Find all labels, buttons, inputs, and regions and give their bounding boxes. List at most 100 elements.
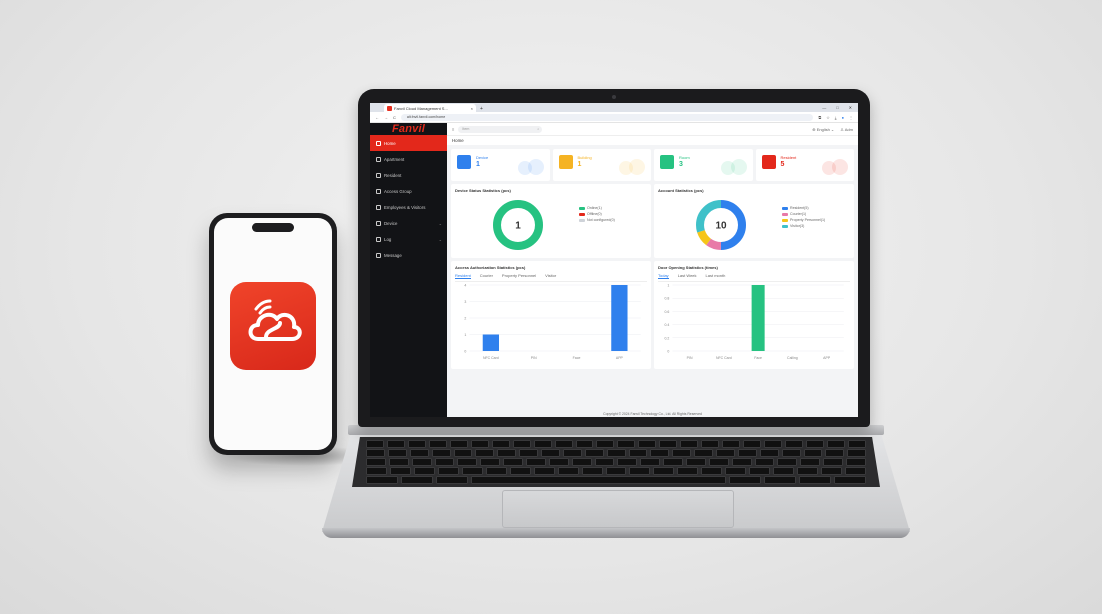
account-stats-donut-total: 10: [715, 221, 727, 232]
door-opening-ytick: 0.2: [664, 336, 669, 340]
door-opening-ytick: 0.4: [664, 323, 669, 327]
tab-last-month[interactable]: Last month: [706, 273, 726, 279]
sidebar-item-employees-visitors[interactable]: Employees & Visitors: [370, 199, 447, 215]
door-opening-xtick: NFC Card: [716, 356, 732, 360]
translate-icon[interactable]: ⧉: [818, 115, 821, 120]
device-status-panel: Device Status Statistics (pcs) 1 Online(…: [451, 184, 651, 258]
building-card[interactable]: Building 1: [552, 149, 651, 181]
legend-item[interactable]: Courier(1): [782, 212, 825, 216]
account-stats-panel: Account Statistics (pcs) 10 Resident(5) C…: [654, 184, 854, 258]
sidebar-item-access-group[interactable]: Access Group: [370, 183, 447, 199]
tab-visitor[interactable]: Visitor: [545, 273, 556, 279]
legend-item[interactable]: Property Personnel(1): [782, 218, 825, 222]
laptop-front-edge: [322, 528, 910, 538]
sidebar-item-resident[interactable]: Resident: [370, 167, 447, 183]
employee-icon: [376, 204, 381, 210]
resident-icon: [761, 155, 776, 169]
breadcrumb-home[interactable]: Home: [452, 138, 464, 143]
card-value: 5: [780, 161, 785, 168]
tab-courier[interactable]: Courier: [480, 273, 493, 279]
device-status-legend: Online(1) Offline(0) Not configured(0): [579, 206, 615, 222]
tab-last-week[interactable]: Last Week: [678, 273, 697, 279]
fanvil-cloud-app-icon[interactable]: [230, 282, 316, 370]
legend-label: Courier(1): [790, 212, 807, 216]
access-auth-ytick: 1: [464, 333, 466, 337]
menu-kebab-icon[interactable]: ⋮: [849, 115, 853, 120]
door-opening-ytick: 0.6: [664, 310, 669, 314]
menu-toggle-icon[interactable]: ≡: [452, 127, 454, 132]
user-menu[interactable]: ♙ Adm: [840, 127, 853, 132]
reload-button[interactable]: C: [393, 115, 396, 120]
room-card[interactable]: Room 3: [654, 149, 753, 181]
access-group-icon: [376, 188, 381, 194]
tab-today[interactable]: Today: [658, 273, 669, 279]
maximize-icon[interactable]: □: [836, 105, 838, 110]
door-opening-xtick: Calling: [787, 356, 798, 360]
tab-property-personnel[interactable]: Property Personnel: [502, 273, 536, 279]
panel-title: Access Authorization Statistics (pcs): [455, 265, 526, 270]
sidebar: Fanvil Home Apartment Resident Access Gr…: [370, 123, 447, 417]
legend-item[interactable]: Online(1): [579, 206, 615, 210]
legend-swatch: [782, 206, 788, 210]
trackpad: [502, 490, 734, 528]
donut-row: Device Status Statistics (pcs) 1 Online(…: [447, 181, 858, 258]
download-icon[interactable]: ⤓: [835, 115, 837, 120]
legend-item[interactable]: Offline(0): [579, 212, 615, 216]
minimize-icon[interactable]: —: [822, 105, 826, 110]
bookmark-star-icon[interactable]: ☆: [826, 115, 830, 120]
access-auth-xtick: NFC Card: [483, 356, 499, 360]
profile-icon[interactable]: ●: [842, 115, 844, 120]
sidebar-item-label: Device: [384, 220, 398, 226]
sidebar-item-apartment[interactable]: Apartment: [370, 151, 447, 167]
close-window-icon[interactable]: ✕: [849, 105, 852, 110]
new-tab-button[interactable]: +: [480, 106, 483, 112]
legend-label: Property Personnel(1): [790, 218, 826, 222]
sidebar-item-label: Log: [384, 236, 392, 242]
door-opening-ytick: 0: [667, 350, 669, 354]
sidebar-item-home[interactable]: Home: [370, 135, 447, 151]
tab-resident[interactable]: Resident: [455, 273, 471, 279]
sidebar-item-device[interactable]: Device ⌄: [370, 215, 447, 231]
sidebar-item-log[interactable]: Log ⌄: [370, 231, 447, 247]
access-auth-bar[interactable]: [611, 285, 628, 351]
building-icon: [558, 155, 573, 169]
sidebar-item-label: Resident: [384, 172, 402, 178]
legend-item[interactable]: Visitor(3): [782, 224, 825, 228]
address-bar: ← → C alt.fnvil.fanvil.com/home ⧉ ☆ ⤓ ● …: [370, 112, 858, 123]
breadcrumb: Home: [447, 135, 858, 145]
language-label: English: [816, 126, 830, 132]
browser-tab-title: Fanvil Cloud Management S...: [394, 105, 448, 111]
tab-close-icon[interactable]: ×: [471, 106, 473, 111]
card-value: 1: [476, 161, 480, 168]
device-stack-icon: [457, 155, 471, 169]
back-button[interactable]: ←: [375, 115, 379, 120]
fanvil-logo: Fanvil: [392, 123, 425, 135]
phone-screen: [214, 218, 332, 450]
access-auth-bar-chart: 0 1 2 3 4 NFC Card PIN Face APP: [455, 281, 647, 363]
browser-tab[interactable]: Fanvil Cloud Management S... ×: [384, 104, 476, 112]
access-auth-ytick: 4: [464, 284, 466, 288]
legend-item[interactable]: Not configured(0): [579, 218, 615, 222]
url-input[interactable]: alt.fnvil.fanvil.com/home: [400, 113, 814, 121]
language-selector[interactable]: ⊕ English ⌄: [812, 127, 834, 132]
search-input[interactable]: Item ⌕: [458, 125, 543, 133]
device-card[interactable]: Device 1: [451, 149, 550, 181]
card-value: 1: [577, 161, 582, 168]
access-auth-bar[interactable]: [482, 334, 500, 352]
decorative-bubble: [517, 161, 532, 175]
user-icon: ♙: [840, 126, 844, 132]
search-placeholder: Item: [462, 127, 470, 131]
forward-button[interactable]: →: [384, 115, 388, 120]
bar-chart-row: Access Authorization Statistics (pcs) Re…: [447, 258, 858, 369]
sidebar-item-message[interactable]: Message: [370, 247, 447, 263]
door-opening-xtick: Face: [754, 356, 762, 360]
access-auth-xtick: PIN: [531, 356, 537, 360]
device-icon: [376, 220, 381, 226]
legend-item[interactable]: Resident(5): [782, 206, 825, 210]
resident-card[interactable]: Resident 5: [755, 149, 854, 181]
panel-title: Account Statistics (pcs): [658, 188, 704, 193]
door-opening-bar[interactable]: [751, 285, 765, 351]
footer-copyright: Copyright © 2024 Fanvil Technology Co., …: [447, 411, 858, 417]
log-icon: [376, 236, 381, 242]
sidebar-item-label: Employees & Visitors: [384, 204, 426, 210]
